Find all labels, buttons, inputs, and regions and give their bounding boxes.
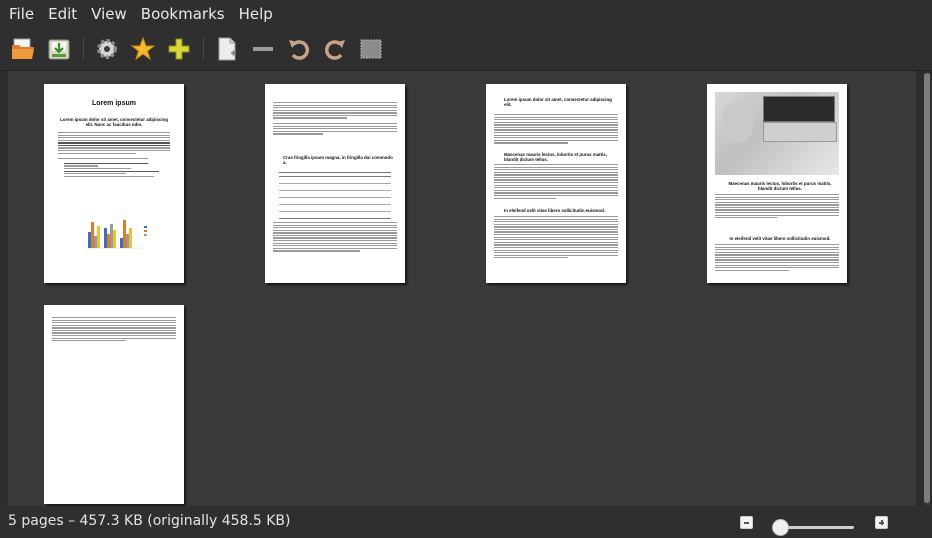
toolbar <box>0 28 932 70</box>
menu-view[interactable]: View <box>84 0 134 28</box>
page-thumbnail-4[interactable]: Maecenas mauris lectus, lobortis et puru… <box>707 84 847 283</box>
page-3-text-1 <box>494 114 618 145</box>
page-thumbnail-3[interactable]: Lorem ipsum dolor sit amet, consectetur … <box>486 84 626 283</box>
page-1-bar-chart <box>86 220 147 249</box>
menu-help[interactable]: Help <box>232 0 280 28</box>
page-3-heading-1: Lorem ipsum dolor sit amet, consectetur … <box>504 97 612 107</box>
page-1-subtitle: Lorem ipsum dolor sit amet, consectetur … <box>60 117 168 127</box>
export-icon <box>48 39 70 60</box>
menubar: File Edit View Bookmarks Help <box>0 0 932 28</box>
status-text: 5 pages – 457.3 KB (originally 458.5 KB) <box>8 513 291 529</box>
page-2-table <box>279 172 391 219</box>
page-4-text-2 <box>715 244 839 272</box>
page-3-text-2 <box>494 164 618 200</box>
crop-button[interactable] <box>358 36 384 62</box>
menu-edit[interactable]: Edit <box>41 0 84 28</box>
settings-button[interactable] <box>94 36 120 62</box>
zoom-in-button[interactable] <box>875 516 888 529</box>
page-2-text-bottom <box>273 222 397 253</box>
toolbar-separator <box>203 38 204 60</box>
bookmark-star-icon <box>130 36 156 61</box>
page-4-photo <box>715 92 839 175</box>
page-3-text-3 <box>494 216 618 260</box>
page-2-text-top <box>273 102 397 136</box>
duplicate-page-icon <box>218 37 236 61</box>
insert-button[interactable] <box>166 36 192 62</box>
rotate-right-icon <box>325 40 345 60</box>
menu-file[interactable]: File <box>2 0 41 28</box>
thumbnail-area: Lorem ipsum Lorem ipsum dolor sit amet, … <box>8 71 916 507</box>
crop-icon <box>360 39 382 59</box>
export-button[interactable] <box>46 36 72 62</box>
page-2-heading: Cras fringilla ipsum magna, in fringilla… <box>283 155 393 165</box>
page-4-text-1 <box>715 194 839 220</box>
page-4-heading-2: In eleifend velit vitae libero sollicitu… <box>729 236 831 241</box>
rotate-right-button[interactable] <box>322 36 348 62</box>
page-3-heading-2: Maecenas mauris lectus, lobortis et puru… <box>504 152 607 162</box>
menu-bookmarks[interactable]: Bookmarks <box>134 0 232 28</box>
status-bar: 5 pages – 457.3 KB (originally 458.5 KB) <box>0 506 932 538</box>
page-5-text <box>52 317 176 343</box>
vertical-scrollbar[interactable] <box>924 73 930 505</box>
page-1-title: Lorem ipsum <box>92 100 136 107</box>
toolbar-separator <box>83 38 84 60</box>
settings-icon <box>97 39 117 59</box>
page-grid-view: Lorem ipsum Lorem ipsum dolor sit amet, … <box>0 70 932 507</box>
page-4-heading-1: Maecenas mauris lectus, lobortis et puru… <box>728 181 832 191</box>
delete-page-icon <box>253 47 273 51</box>
open-button[interactable] <box>10 36 36 62</box>
scrollbar-thumb[interactable] <box>924 73 930 503</box>
page-1-text <box>58 132 170 178</box>
zoom-out-button[interactable] <box>740 516 753 529</box>
rotate-left-button[interactable] <box>286 36 312 62</box>
page-thumbnail-2[interactable]: Cras fringilla ipsum magna, in fringilla… <box>265 84 405 283</box>
bookmark-button[interactable] <box>130 36 156 62</box>
page-thumbnail-1[interactable]: Lorem ipsum Lorem ipsum dolor sit amet, … <box>44 84 184 283</box>
open-icon <box>12 38 34 59</box>
rotate-left-icon <box>289 40 309 60</box>
zoom-slider-handle[interactable] <box>772 519 789 536</box>
page-3-heading-3: In eleifend velit vitae libero sollicitu… <box>504 208 606 213</box>
duplicate-page-button[interactable] <box>214 36 240 62</box>
page-thumbnail-5[interactable] <box>44 305 184 504</box>
insert-plus-icon <box>168 38 190 60</box>
delete-page-button[interactable] <box>250 36 276 62</box>
